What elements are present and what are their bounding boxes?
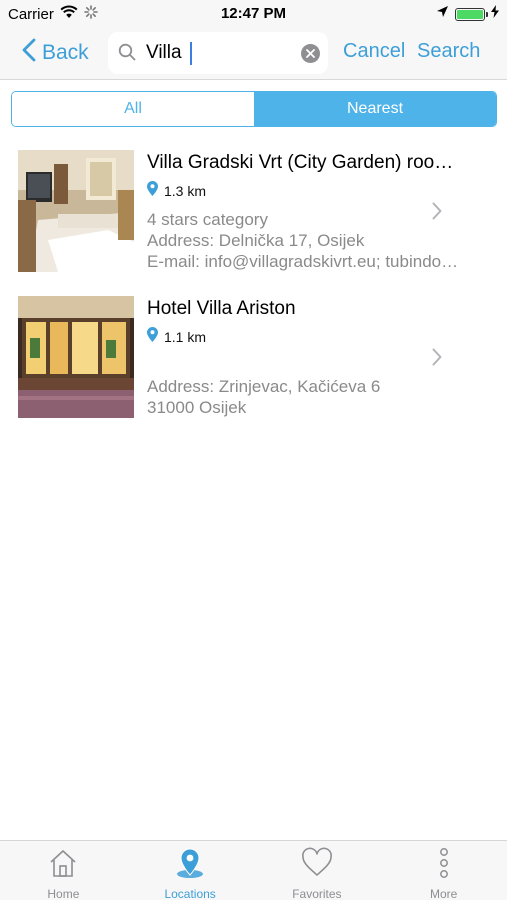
status-right [436,5,499,23]
address-label: Address: Zrinjevac, Kačićeva 6 [147,377,381,396]
email-label: E-mail: info@villagradskivrt.eu; tubindo… [147,252,459,271]
tab-more-label: More [429,887,458,900]
tab-locations-label: Locations [164,887,216,900]
heart-icon [300,847,334,884]
location-pin-icon [147,181,158,201]
list-item-title: Villa Gradski Vrt (City Garden) roo… [147,152,454,173]
status-time: 12:47 PM [220,5,287,22]
tab-favorites-label: Favorites [292,887,342,900]
clear-search-button[interactable] [301,44,320,63]
more-dots-icon [437,847,451,884]
home-icon [47,847,79,884]
list-item[interactable]: Hotel Villa Ariston 1.1 km Address: Zrin… [0,296,507,442]
address-label: Address: Delnička 17, Osijek [147,231,365,250]
chevron-left-icon [22,38,36,68]
location-arrow-icon [436,5,449,23]
distance-label: 1.3 km [164,183,207,199]
filter-segmented-control: All Nearest [11,91,497,127]
search-icon [118,43,136,66]
charging-bolt-icon [491,5,499,23]
cancel-button[interactable]: Cancel [343,40,405,63]
distance-row: 1.3 km [147,181,489,201]
close-icon [306,49,315,58]
battery-level [457,9,483,19]
search-box[interactable] [108,32,328,74]
city-label: 31000 Osijek [147,398,247,417]
segment-nearest[interactable]: Nearest [254,92,496,126]
tab-home[interactable]: Home [0,841,127,900]
location-pin-icon [147,327,158,347]
hotel-facade-photo [18,296,134,418]
tab-bar: Home Locations Favorites More [0,840,507,900]
tab-home-label: Home [47,887,80,900]
back-button[interactable]: Back [22,37,89,69]
list-item[interactable]: Villa Gradski Vrt (City Garden) roo… 1.3… [0,150,507,296]
back-label: Back [42,41,89,64]
chevron-right-icon [432,348,442,371]
status-bar: Carrier 12:47 PM [0,0,507,28]
search-input[interactable] [146,37,296,69]
location-pin-icon [174,847,206,884]
list-item-title: Hotel Villa Ariston [147,298,296,319]
search-button[interactable]: Search [417,40,480,63]
tab-favorites[interactable]: Favorites [254,841,381,900]
text-cursor [190,42,192,65]
distance-label: 1.1 km [164,329,207,345]
tab-locations[interactable]: Locations [127,841,254,900]
search-nav-bar: Back Cancel Search [0,28,507,80]
distance-row: 1.1 km [147,327,489,347]
segment-all[interactable]: All [12,92,254,126]
tab-more[interactable]: More [380,841,507,900]
hotel-room-photo [18,150,134,272]
chevron-right-icon [432,202,442,225]
battery-icon [455,7,488,21]
